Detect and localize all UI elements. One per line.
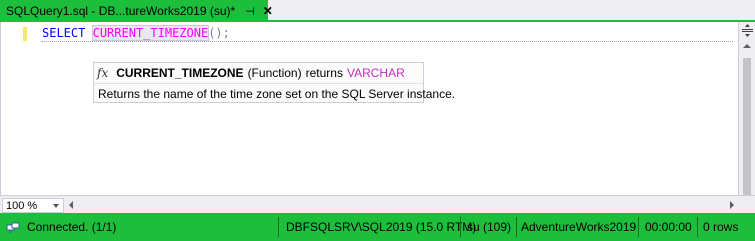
tab-title: SQLQuery1.sql - DB...tureWorks2019 (su)*: [6, 4, 236, 18]
connection-status: Connected. (1/1): [6, 220, 116, 234]
code-line-1[interactable]: SELECT CURRENT_TIMEZONE();: [42, 25, 230, 41]
scroll-up-arrow-icon[interactable]: [743, 44, 751, 48]
status-elapsed-time: 00:00:00: [645, 220, 692, 234]
status-server: DBFSQLSRV\SQL2019 (15.0 RTM): [286, 220, 477, 234]
tooltip-signature: fx CURRENT_TIMEZONE (Function) returns V…: [97, 66, 405, 80]
tooltip-returns-label: returns: [305, 66, 343, 80]
tab-sqlquery1[interactable]: SQLQuery1.sql - DB...tureWorks2019 (su)*…: [0, 0, 273, 22]
status-separator: [697, 217, 698, 237]
tooltip-description: Returns the name of the time zone set on…: [98, 87, 456, 101]
tooltip-kind: (Function): [247, 66, 302, 80]
status-rows: 0 rows: [703, 220, 739, 234]
connection-text: Connected. (1/1): [27, 220, 117, 234]
horizontal-bar: 100 %: [0, 195, 755, 214]
connected-icon: [6, 220, 20, 234]
query-editor[interactable]: SELECT CURRENT_TIMEZONE(); fx CURRENT_TI…: [0, 22, 738, 195]
keyword-select: SELECT: [42, 26, 86, 40]
close-icon[interactable]: ✕: [263, 4, 273, 18]
quick-info-tooltip: fx CURRENT_TIMEZONE (Function) returns V…: [93, 62, 455, 103]
vertical-scroll-thumb[interactable]: [743, 58, 751, 198]
function-current-timezone: CURRENT_TIMEZONE: [91, 25, 210, 41]
scroll-right-arrow-icon[interactable]: [730, 201, 734, 209]
status-separator: [516, 217, 517, 237]
change-marker: [23, 27, 27, 41]
status-database: AdventureWorks2019: [521, 220, 637, 234]
split-editor-icon[interactable]: [739, 22, 755, 38]
code-parens: ();: [208, 26, 230, 40]
document-tab-strip: SQLQuery1.sql - DB...tureWorks2019 (su)*…: [0, 0, 755, 22]
tooltip-return-type: VARCHAR: [346, 66, 405, 80]
scroll-left-arrow-icon[interactable]: [69, 201, 73, 209]
vertical-scrollbar[interactable]: [738, 22, 755, 198]
chevron-down-icon[interactable]: [53, 204, 59, 208]
status-separator: [278, 217, 279, 237]
function-icon: fx: [97, 66, 109, 80]
status-bar: Connected. (1/1) DBFSQLSRV\SQL2019 (15.0…: [0, 213, 755, 241]
scrollbar-corner: [738, 196, 755, 214]
status-separator: [460, 217, 461, 237]
zoom-value: 100 %: [6, 199, 38, 212]
current-line-indicator: [41, 41, 733, 42]
tooltip-function-name: CURRENT_TIMEZONE: [116, 66, 244, 80]
tooltip-divider: [94, 83, 423, 84]
zoom-dropdown[interactable]: 100 %: [2, 198, 64, 213]
status-user: su (109): [467, 220, 512, 234]
status-separator: [638, 217, 639, 237]
pin-icon[interactable]: ⊣: [245, 5, 255, 18]
